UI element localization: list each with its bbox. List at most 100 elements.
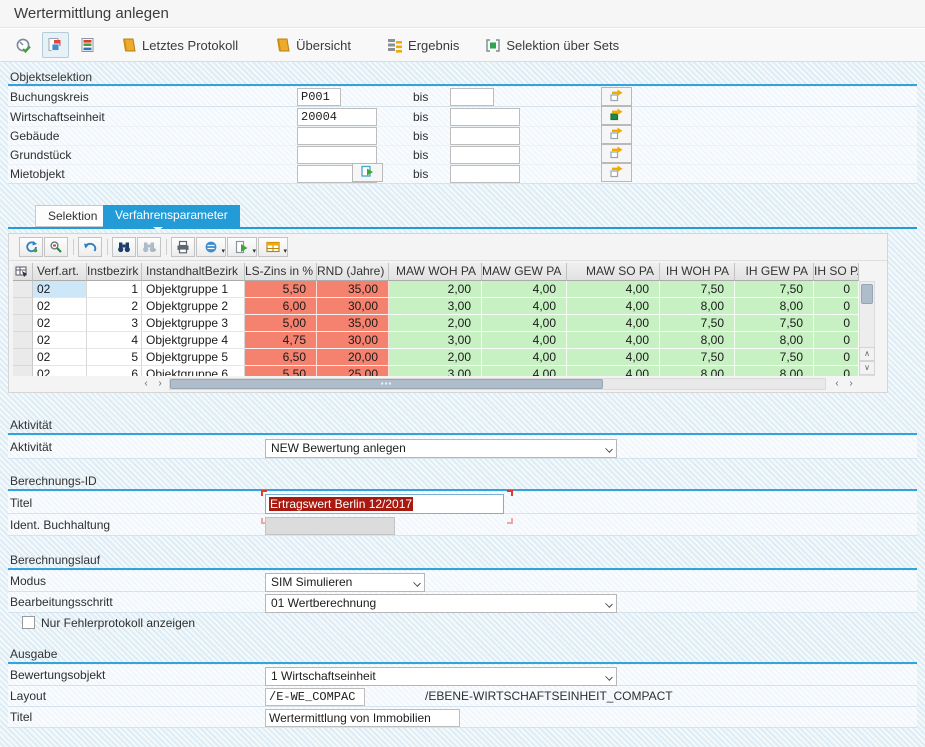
cell[interactable]: 3,00 [389,332,482,349]
cell[interactable]: 20,00 [317,349,389,366]
layout-menu-button[interactable]: ▾ [258,237,288,257]
row-select-cell[interactable] [13,315,33,332]
cell[interactable]: 7,50 [660,349,735,366]
row-select-cell[interactable] [13,281,33,298]
table-row[interactable]: 02 4 Objektgruppe 4 4,75 30,00 3,00 4,00… [13,332,859,349]
row-select-cell[interactable] [13,349,33,366]
cell[interactable]: 6,00 [245,298,317,315]
scroll-up-button[interactable]: ∧ [859,347,875,361]
letztes-protokoll-button[interactable]: Letztes Protokoll [115,32,243,58]
cell[interactable]: 2,00 [389,349,482,366]
cell[interactable]: 5,00 [245,315,317,332]
cell[interactable]: 0 [814,366,859,376]
scroll-left-button[interactable]: ‹ [140,378,152,390]
cell[interactable]: Objektgruppe 4 [142,332,245,349]
cell[interactable]: 4,00 [482,332,567,349]
layout-input[interactable] [265,688,365,706]
cell[interactable]: 3,00 [389,298,482,315]
cell[interactable]: 02 [33,315,87,332]
cell[interactable]: 35,00 [317,315,389,332]
cell[interactable]: 0 [814,281,859,298]
horizontal-scrollbar-thumb[interactable]: ▪▪▪ [170,379,603,389]
column-header[interactable]: Verf.art. [33,263,87,281]
table-row[interactable]: 02 6 Objektgruppe 6 5,50 25,00 3,00 4,00… [13,366,859,376]
cell[interactable]: 5 [87,349,142,366]
cell[interactable]: 4,00 [482,298,567,315]
cell[interactable]: 2 [87,298,142,315]
column-header[interactable]: LS-Zins in % [245,263,317,281]
cell[interactable]: 4,00 [567,315,660,332]
bearbeitungsschritt-dropdown[interactable]: 01 Wertberechnung [265,594,617,613]
uebersicht-button[interactable]: Übersicht [269,32,356,58]
refresh-button[interactable] [19,237,43,257]
cell[interactable]: 1 [87,281,142,298]
scroll-right-button[interactable]: › [154,378,166,390]
horizontal-scrollbar[interactable]: ▪▪▪ [169,378,826,390]
column-header[interactable]: IH WOH PA [660,263,735,281]
column-header[interactable]: MAW SO PA [567,263,660,281]
cell[interactable]: 8,00 [660,298,735,315]
vertical-scrollbar-thumb[interactable] [861,284,873,304]
cell[interactable]: 30,00 [317,332,389,349]
cell[interactable]: 0 [814,315,859,332]
cell[interactable]: 6 [87,366,142,376]
cell[interactable]: 0 [814,349,859,366]
titel-input[interactable]: Ertragswert Berlin 12/2017 [265,494,504,514]
cell[interactable]: 02 [33,332,87,349]
table-row[interactable]: 02 3 Objektgruppe 3 5,00 35,00 2,00 4,00… [13,315,859,332]
cell[interactable]: 02 [33,366,87,376]
cell[interactable]: 8,00 [660,366,735,376]
cell[interactable]: 0 [814,332,859,349]
display-objects-button[interactable] [42,32,69,58]
table-row[interactable]: 02 1 Objektgruppe 1 5,50 35,00 2,00 4,00… [13,281,859,298]
cell[interactable]: 4,00 [482,366,567,376]
row-select-cell[interactable] [13,366,33,376]
cell[interactable]: 02 [33,298,87,315]
bewertungsobjekt-dropdown[interactable]: 1 Wirtschaftseinheit [265,667,617,686]
cell[interactable]: Objektgruppe 3 [142,315,245,332]
cell[interactable]: Objektgruppe 6 [142,366,245,376]
cell[interactable]: 4,00 [567,281,660,298]
scroll-down-button[interactable]: ∨ [859,361,875,375]
cell[interactable]: 02 [33,281,87,298]
ergebnis-button[interactable]: Ergebnis [382,32,464,58]
buchungskreis-bis-input[interactable] [450,88,494,106]
cell[interactable]: 3,00 [389,366,482,376]
cell[interactable]: 7,50 [660,315,735,332]
cell[interactable]: 02 [33,349,87,366]
table-row[interactable]: 02 5 Objektgruppe 5 6,50 20,00 2,00 4,00… [13,349,859,366]
mietobjekt-bis-input[interactable] [450,165,520,183]
column-header[interactable]: MAW GEW PA [482,263,567,281]
grundstueck-bis-input[interactable] [450,146,520,164]
tab-verfahrensparameter[interactable]: Verfahrensparameter [103,205,240,227]
cell[interactable]: 4,00 [567,366,660,376]
wirtschaftseinheit-input[interactable] [297,108,377,126]
buchungskreis-input[interactable] [297,88,341,106]
cell[interactable]: 4,00 [482,281,567,298]
export-menu-button[interactable]: ▾ [227,237,257,257]
selektion-ueber-sets-button[interactable]: Selektion über Sets [480,32,624,58]
cell[interactable]: 4,00 [482,349,567,366]
gebaeude-input[interactable] [297,127,377,145]
cell[interactable]: 7,50 [735,315,814,332]
print-button[interactable] [171,237,195,257]
cell[interactable]: 7,50 [660,281,735,298]
column-header[interactable]: RND (Jahre) [317,263,389,281]
wirtschaftseinheit-multiselect-button-active[interactable] [601,106,632,125]
cell[interactable]: 4,00 [567,349,660,366]
gebaeude-multiselect-button[interactable] [601,125,632,144]
check-entries-button[interactable] [44,237,68,257]
row-select-cell[interactable] [13,298,33,315]
mietobjekt-selection-button[interactable] [352,163,383,182]
cell[interactable]: 25,00 [317,366,389,376]
column-header[interactable]: MAW WOH PA [389,263,482,281]
grundstueck-multiselect-button[interactable] [601,144,632,163]
table-row[interactable]: 02 2 Objektgruppe 2 6,00 30,00 3,00 4,00… [13,298,859,315]
wirtschaftseinheit-bis-input[interactable] [450,108,520,126]
cell[interactable]: 4,75 [245,332,317,349]
column-header[interactable]: InstandhaltBezirk [142,263,245,281]
cell[interactable]: 0 [814,298,859,315]
gebaeude-bis-input[interactable] [450,127,520,145]
cell[interactable]: 2,00 [389,281,482,298]
tab-selektion[interactable]: Selektion [35,205,110,227]
